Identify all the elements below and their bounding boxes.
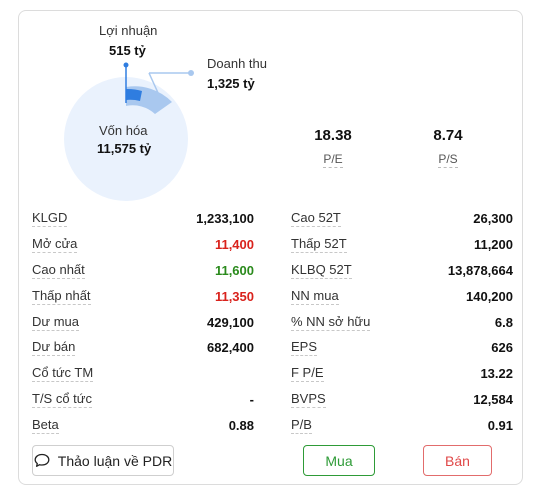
stat-row: Thấp nhất 11,350: [32, 283, 254, 309]
stat-row: BVPS 12,584: [291, 387, 513, 413]
stat-row: Dư mua 429,100: [32, 309, 254, 335]
stat-label[interactable]: % NN sở hữu: [291, 314, 371, 331]
discuss-button[interactable]: Thảo luận về PDR: [32, 445, 174, 476]
stat-label[interactable]: NN mua: [291, 288, 339, 305]
stat-value: 12,584: [473, 391, 513, 407]
stat-row: NN mua 140,200: [291, 283, 513, 309]
stat-row: Cao nhất 11,600: [32, 258, 254, 284]
stat-value: 682,400: [207, 340, 254, 356]
market-cap-value: 11,575 tỷ: [97, 141, 152, 156]
stat-label[interactable]: F P/E: [291, 365, 324, 383]
stat-value: 26,300: [473, 211, 513, 227]
buy-button[interactable]: Mua: [303, 445, 375, 476]
stat-label[interactable]: KLGD: [32, 210, 68, 228]
stat-value: 429,100: [207, 314, 254, 330]
stat-row: Mở cửa 11,400: [32, 232, 254, 258]
pe-value: 18.38: [314, 127, 352, 144]
stat-value: 6.8: [494, 314, 513, 330]
stat-value: 140,200: [466, 288, 513, 304]
stat-value: 0.88: [228, 417, 254, 433]
stat-value: -: [249, 391, 254, 407]
stat-row: EPS 626: [291, 335, 513, 361]
stat-label[interactable]: EPS: [291, 339, 318, 357]
revenue-value: 1,325 tỷ: [207, 76, 255, 91]
pe-ratio: 18.38 P/E: [293, 127, 373, 168]
stat-row: Thấp 52T 11,200: [291, 232, 513, 258]
ps-label[interactable]: P/S: [438, 152, 458, 168]
valuation-chart: [64, 62, 194, 201]
stat-row: P/B 0.91: [291, 412, 513, 438]
left-stats-table: KLGD 1,233,100 Mở cửa 11,400 Cao nhất 11…: [32, 206, 254, 438]
stat-label[interactable]: Cổ tức TM: [32, 365, 94, 383]
stat-row: Dư bán 682,400: [32, 335, 254, 361]
stat-value: 11,400: [214, 237, 254, 253]
stat-label[interactable]: Cao nhất: [32, 262, 85, 279]
stat-label[interactable]: T/S cổ tức: [32, 391, 92, 408]
ps-value: 8.74: [433, 127, 463, 144]
profit-label: Lợi nhuận: [99, 23, 158, 38]
profit-value: 515 tỷ: [109, 43, 146, 58]
stat-value: 626: [491, 340, 513, 356]
stat-value: 11,200: [473, 237, 513, 253]
market-cap-label: Vốn hóa: [99, 123, 148, 138]
stat-row: Cao 52T 26,300: [291, 206, 513, 232]
stat-label[interactable]: Thấp 52T: [291, 236, 347, 254]
stat-label[interactable]: Dư mua: [32, 314, 79, 331]
stat-row: Beta 0.88: [32, 412, 254, 438]
chat-bubble-icon: [34, 453, 50, 467]
stat-label[interactable]: Cao 52T: [291, 210, 341, 228]
revenue-pointer-dot: [188, 70, 194, 76]
stat-value: 11,350: [214, 288, 254, 304]
discuss-button-label: Thảo luận về PDR: [57, 452, 173, 469]
profit-pointer-dot: [123, 62, 129, 68]
stat-row: KLBQ 52T 13,878,664: [291, 258, 513, 284]
ps-ratio: 8.74 P/S: [408, 127, 488, 168]
pe-label[interactable]: P/E: [323, 152, 343, 168]
sell-button[interactable]: Bán: [423, 445, 492, 476]
stat-label[interactable]: P/B: [291, 417, 312, 434]
stat-row: % NN sở hữu 6.8: [291, 309, 513, 335]
stat-label[interactable]: Dư bán: [32, 339, 76, 357]
revenue-label: Doanh thu: [207, 56, 267, 71]
stat-value: 11,600: [214, 262, 254, 278]
stat-label[interactable]: Beta: [32, 417, 59, 434]
stat-value: 0.91: [487, 417, 513, 433]
stat-row: Cổ tức TM: [32, 361, 254, 387]
stat-label[interactable]: Thấp nhất: [32, 288, 91, 305]
stat-value: 1,233,100: [196, 211, 254, 227]
stat-label[interactable]: BVPS: [291, 391, 326, 408]
stock-overview-card: Lợi nhuận 515 tỷ Doanh thu 1,325 tỷ Vốn …: [18, 10, 523, 485]
stat-value: 13.22: [480, 366, 513, 382]
stat-label[interactable]: Mở cửa: [32, 236, 78, 254]
stat-value: 13,878,664: [447, 262, 513, 278]
valuation-graphic: Lợi nhuận 515 tỷ Doanh thu 1,325 tỷ Vốn …: [19, 11, 319, 201]
stat-label[interactable]: KLBQ 52T: [291, 262, 352, 279]
stat-row: KLGD 1,233,100: [32, 206, 254, 232]
stat-row: T/S cổ tức -: [32, 387, 254, 413]
stat-row: F P/E 13.22: [291, 361, 513, 387]
right-stats-table: Cao 52T 26,300 Thấp 52T 11,200 KLBQ 52T …: [291, 206, 513, 438]
profit-arc: [126, 88, 142, 101]
